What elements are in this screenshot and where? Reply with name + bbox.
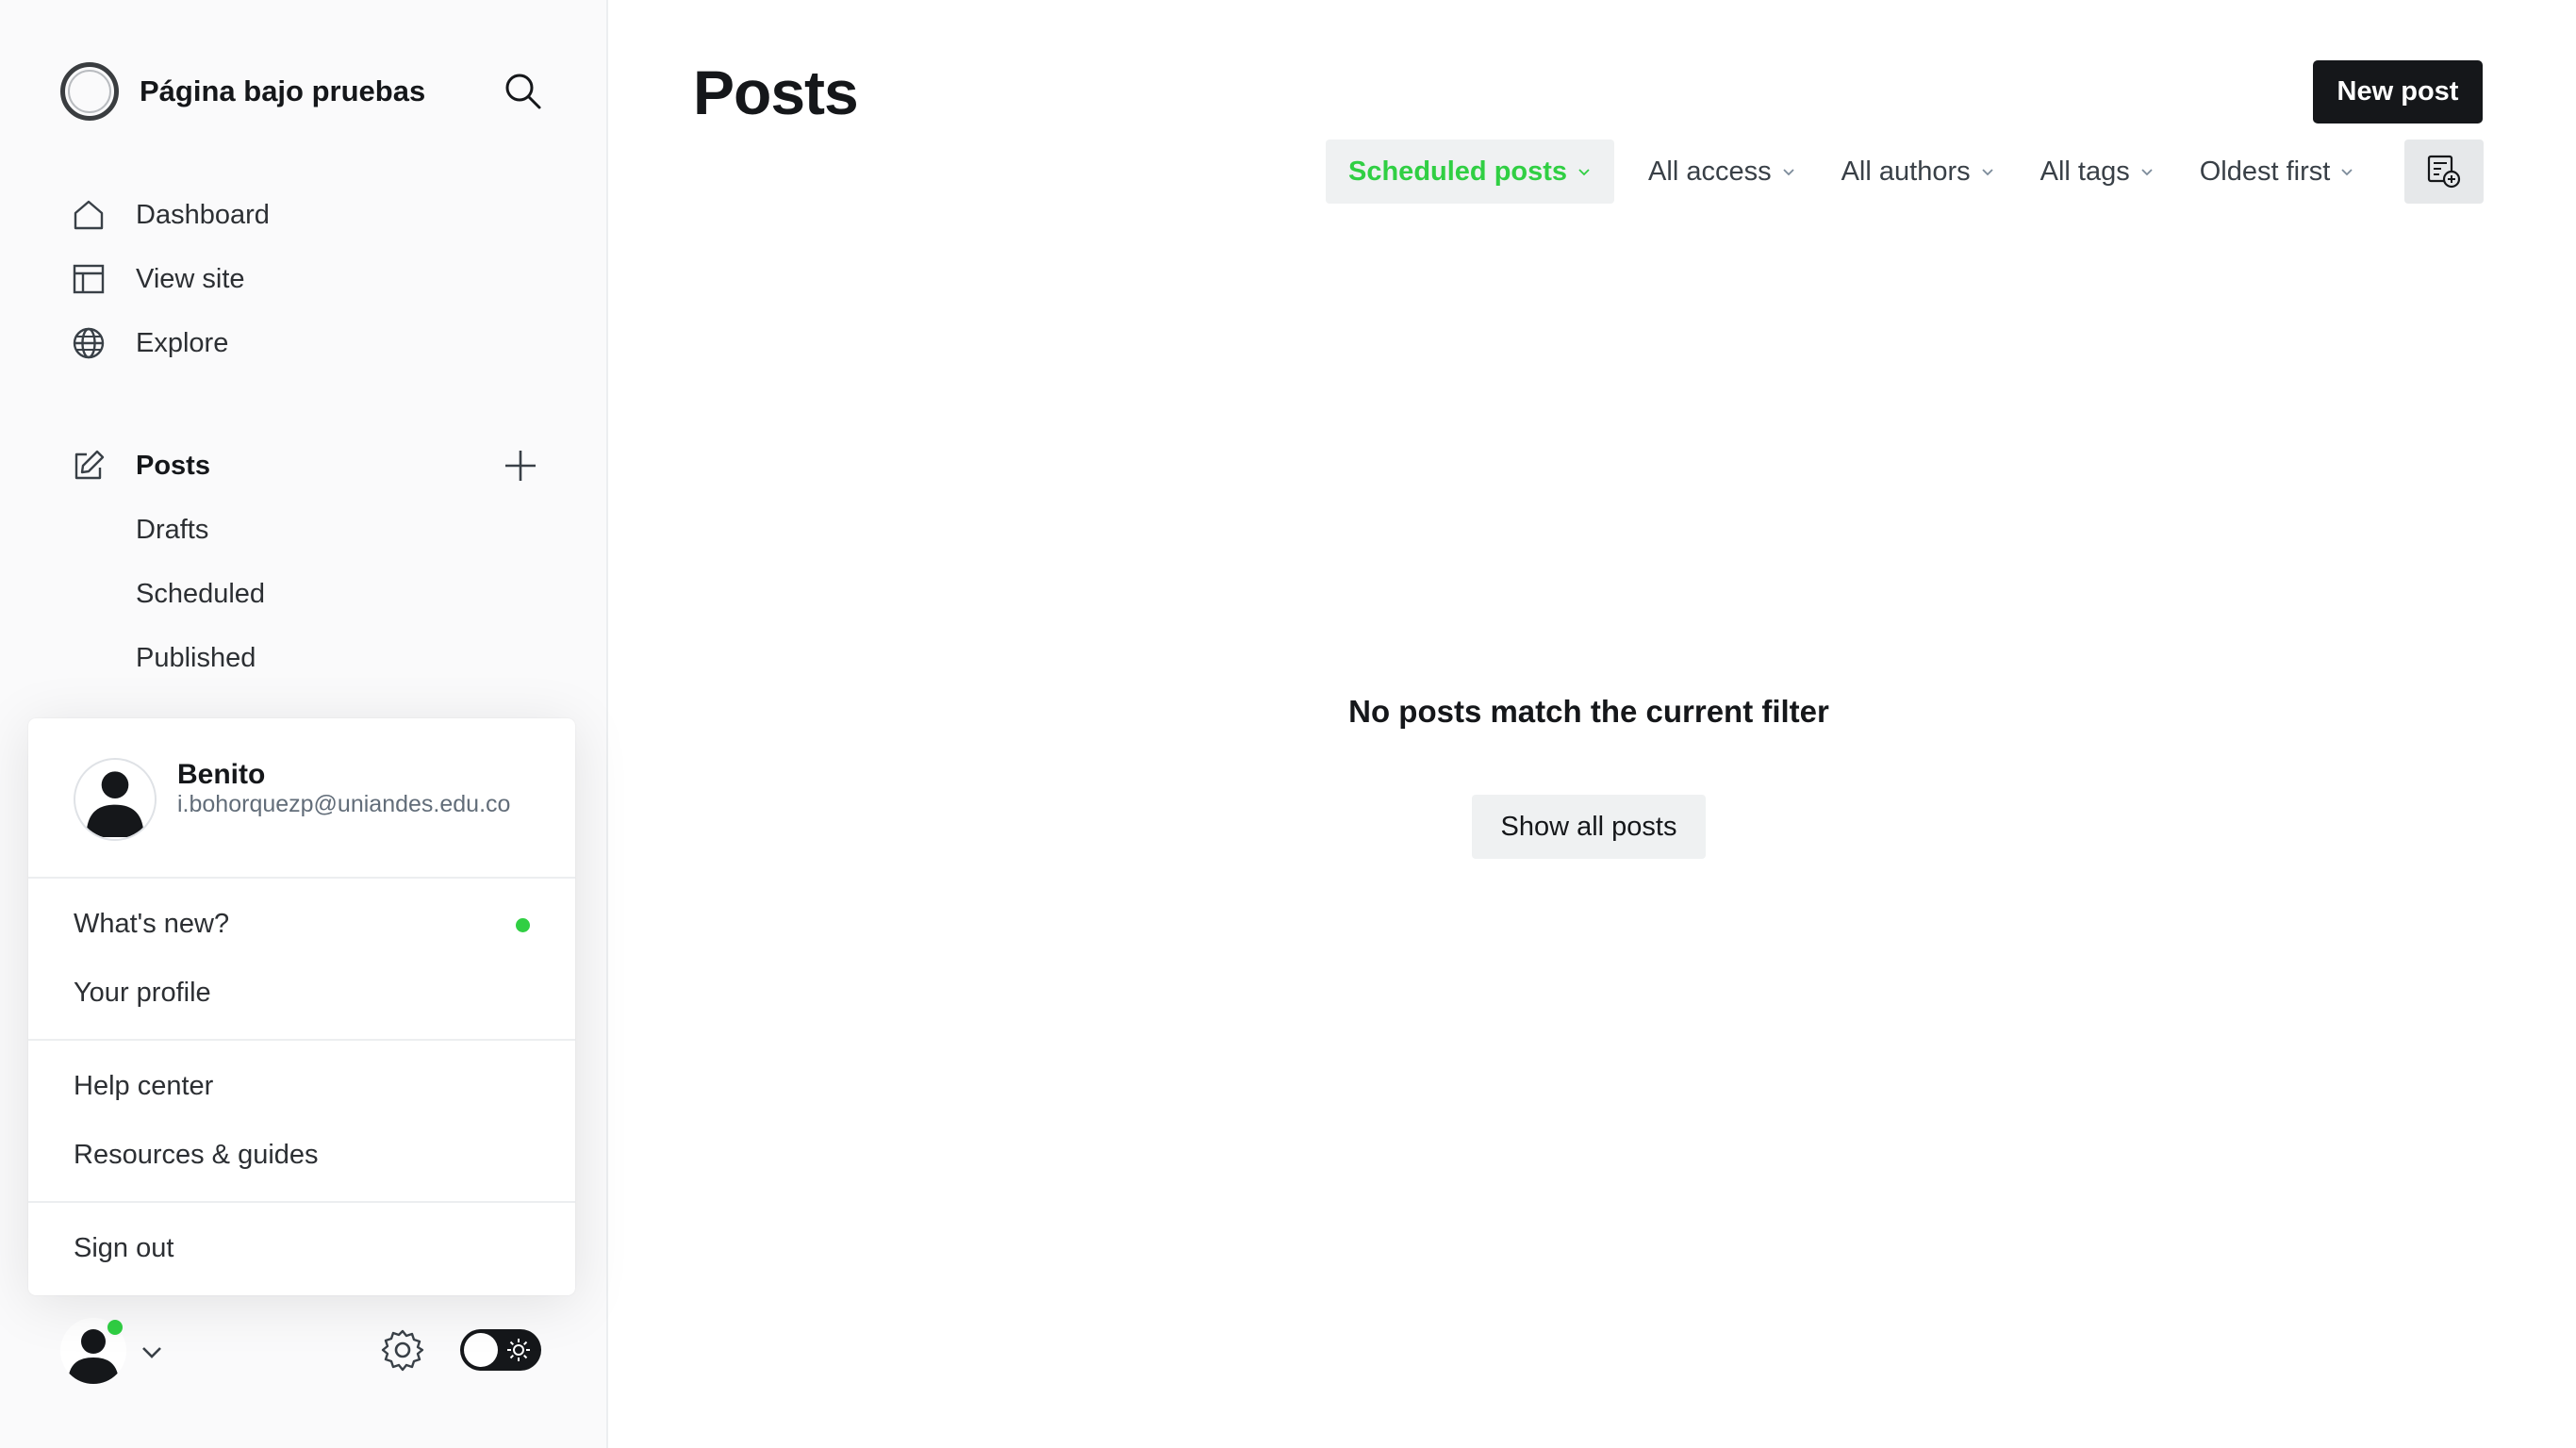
- content-nav: Posts Drafts Scheduled Published: [70, 434, 560, 690]
- nav-label-view-site: View site: [136, 263, 245, 294]
- your-profile-item[interactable]: Your profile: [28, 959, 575, 1028]
- show-all-posts-button[interactable]: Show all posts: [1472, 795, 1706, 859]
- user-menu-section-signout: Sign out: [28, 1203, 575, 1294]
- pencil-icon: [70, 447, 107, 485]
- filter-bar: Scheduled posts All access All authors A…: [1326, 140, 2377, 204]
- nav-item-dashboard[interactable]: Dashboard: [70, 183, 560, 247]
- nav-label-explore: Explore: [136, 327, 229, 358]
- user-menu-avatar: [74, 758, 157, 841]
- nav-item-drafts[interactable]: Drafts: [70, 498, 560, 562]
- globe-icon: [70, 324, 107, 362]
- filter-post-type-label: Scheduled posts: [1348, 156, 1568, 187]
- nav-item-explore[interactable]: Explore: [70, 311, 560, 375]
- theme-toggle[interactable]: [460, 1329, 541, 1371]
- user-email: i.bohorquezp@uniandes.edu.co: [177, 791, 511, 817]
- online-status-dot: [106, 1318, 124, 1337]
- chevron-down-icon[interactable]: [138, 1339, 166, 1367]
- sign-out-item[interactable]: Sign out: [28, 1214, 575, 1283]
- avatar-icon: [86, 771, 144, 837]
- chevron-down-icon: [1578, 169, 1590, 176]
- nav-item-published[interactable]: Published: [70, 626, 560, 690]
- filter-tags[interactable]: All tags: [2018, 140, 2177, 204]
- new-post-plus-icon[interactable]: [502, 447, 539, 485]
- help-center-item[interactable]: Help center: [28, 1052, 575, 1121]
- nav-label-dashboard: Dashboard: [136, 199, 270, 230]
- filter-tags-label: All tags: [2039, 156, 2130, 187]
- filter-access-label: All access: [1648, 156, 1772, 187]
- nav-item-view-site[interactable]: View site: [70, 247, 560, 311]
- app-root: Página bajo pruebas Dashboard View site: [0, 0, 2576, 1448]
- chevron-down-icon: [1782, 169, 1794, 176]
- filter-access[interactable]: All access: [1626, 140, 1819, 204]
- view-toggle-button[interactable]: [2404, 140, 2484, 204]
- whats-new-item[interactable]: What's new?: [28, 890, 575, 959]
- new-post-button[interactable]: New post: [2313, 60, 2483, 123]
- empty-state-message: No posts match the current filter: [1348, 694, 1829, 729]
- nav-item-scheduled[interactable]: Scheduled: [70, 562, 560, 626]
- user-name: Benito: [177, 759, 266, 790]
- chevron-down-icon: [1981, 169, 1993, 176]
- filter-post-type[interactable]: Scheduled posts: [1326, 140, 1615, 204]
- nav-label-posts: Posts: [136, 450, 210, 481]
- filter-order-label: Oldest first: [2199, 156, 2331, 187]
- sun-icon: [507, 1339, 530, 1361]
- gear-icon[interactable]: [381, 1328, 424, 1372]
- home-icon: [70, 196, 107, 234]
- list-view-icon: [2427, 155, 2461, 189]
- user-menu-header: Benito i.bohorquezp@uniandes.edu.co: [28, 718, 575, 879]
- filter-order[interactable]: Oldest first: [2177, 140, 2378, 204]
- filter-authors[interactable]: All authors: [1819, 140, 2018, 204]
- nav-item-posts[interactable]: Posts: [70, 434, 560, 498]
- site-name: Página bajo pruebas: [140, 74, 426, 107]
- resources-guides-item[interactable]: Resources & guides: [28, 1121, 575, 1190]
- user-menu-section-updates: What's new? Your profile: [28, 879, 575, 1041]
- layout-icon: [70, 260, 107, 298]
- brand[interactable]: Página bajo pruebas: [60, 62, 425, 121]
- chevron-down-icon: [2141, 169, 2153, 176]
- chevron-down-icon: [2341, 169, 2353, 176]
- search-icon[interactable]: [502, 70, 545, 113]
- user-menu-section-help: Help center Resources & guides: [28, 1041, 575, 1203]
- new-indicator-dot: [516, 918, 530, 932]
- filter-authors-label: All authors: [1841, 156, 1971, 187]
- primary-nav: Dashboard View site Explore: [70, 183, 560, 375]
- page-title: Posts: [693, 58, 859, 127]
- toggle-knob: [464, 1333, 498, 1367]
- user-menu-dropdown: Benito i.bohorquezp@uniandes.edu.co What…: [28, 718, 575, 1295]
- whats-new-label: What's new?: [74, 909, 230, 939]
- user-info: Benito i.bohorquezp@uniandes.edu.co: [177, 758, 536, 817]
- site-logo-icon: [60, 62, 119, 121]
